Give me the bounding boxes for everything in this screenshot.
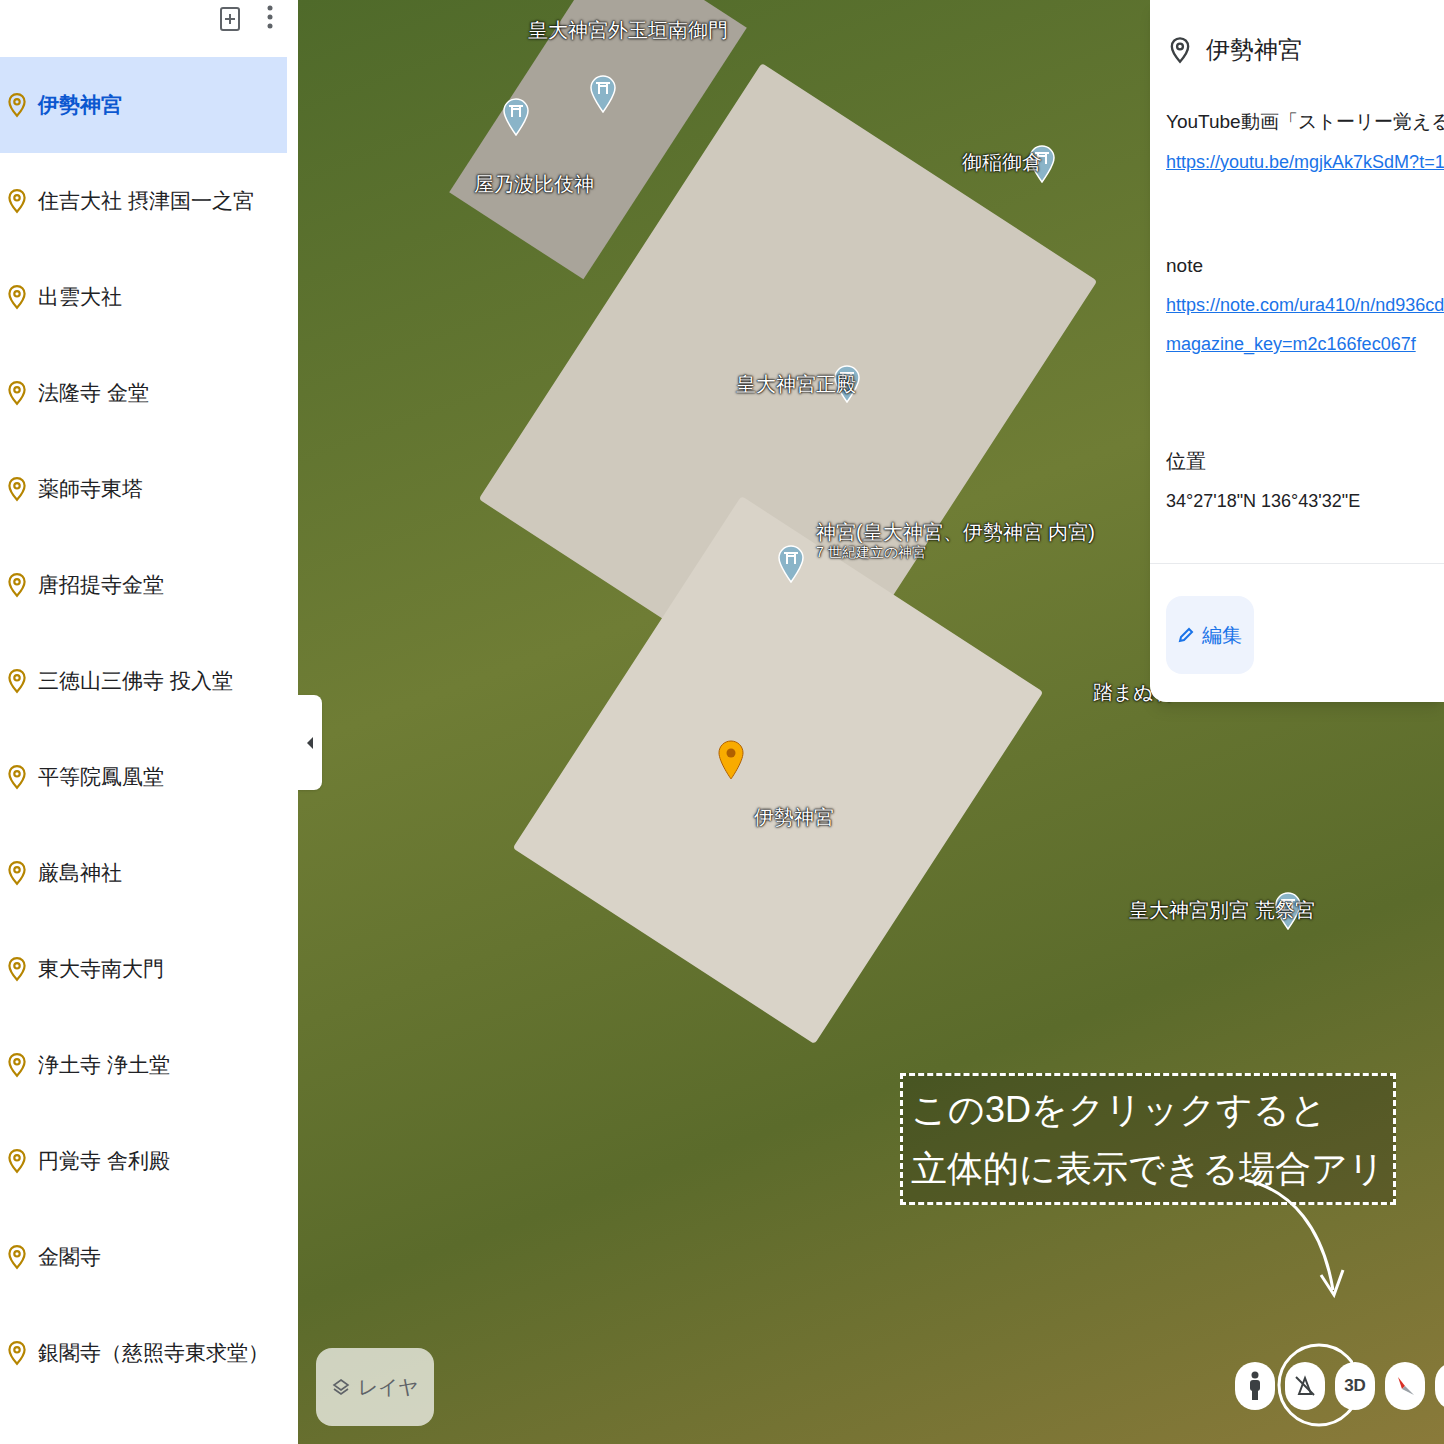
sidebar-item[interactable]: 薬師寺東塔	[0, 441, 287, 537]
pencil-icon	[1178, 627, 1194, 643]
layer-button[interactable]: レイヤ	[316, 1348, 434, 1426]
more-icon[interactable]	[266, 4, 274, 32]
place-icon	[4, 956, 30, 982]
map-area[interactable]: 皇大神宮外玉垣南御門屋乃波比伎神 御稲御倉皇大神宮正殿神宮(皇大神宮、伊勢神宮 内…	[298, 0, 1444, 1444]
place-icon	[4, 476, 30, 502]
map-label[interactable]: 神宮(皇大神宮、伊勢神宮 内宮)7 世紀建立の神宮	[816, 520, 1095, 561]
sidebar-toolbar	[0, 0, 298, 57]
sidebar-item[interactable]: 住吉大社 摂津国一之宮	[0, 153, 287, 249]
place-icon	[4, 668, 30, 694]
map-label[interactable]: 伊勢神宮	[754, 805, 834, 829]
compass-icon	[1393, 1374, 1417, 1398]
place-icon	[1166, 36, 1194, 64]
chevron-left-icon	[305, 736, 315, 750]
sidebar: 伊勢神宮住吉大社 摂津国一之宮出雲大社法隆寺 金堂薬師寺東塔唐招提寺金堂三徳山三…	[0, 0, 298, 1444]
info-title: 伊勢神宮	[1150, 0, 1444, 92]
collapse-sidebar-button[interactable]	[298, 695, 322, 790]
place-icon	[4, 1052, 30, 1078]
coordinates: 34°27'18"N 136°43'32"E	[1166, 476, 1444, 515]
shrine-pin-icon[interactable]	[778, 545, 804, 583]
youtube-link[interactable]: https://youtu.be/mgjkAk7kSdM?t=133	[1166, 137, 1444, 176]
sidebar-item[interactable]: 厳島神社	[0, 825, 287, 921]
tilt-button[interactable]	[1285, 1362, 1325, 1410]
map-label[interactable]: 皇大神宮正殿	[736, 372, 856, 396]
zoom-button[interactable]	[1435, 1362, 1444, 1410]
compass-button[interactable]	[1385, 1362, 1425, 1410]
map-pin[interactable]	[718, 740, 744, 780]
tilt-icon	[1293, 1374, 1317, 1398]
annotation: この3Dをクリックすると立体的に表示できる場合アリ	[900, 1073, 1396, 1205]
place-icon	[4, 572, 30, 598]
map-label[interactable]: 皇大神宮外玉垣南御門	[528, 18, 728, 42]
map-pin[interactable]	[778, 545, 804, 583]
description: YouTube動画「ストーリー覚える日本建築史	[1166, 92, 1444, 137]
place-icon	[4, 92, 30, 118]
place-icon	[4, 764, 30, 790]
location-label: 位置	[1166, 358, 1444, 476]
sidebar-item[interactable]: 出雲大社	[0, 249, 287, 345]
sidebar-item[interactable]: 三徳山三佛寺 投入堂	[0, 633, 287, 729]
note-link[interactable]: https://note.com/ura410/n/nd936cd2b652a	[1166, 280, 1444, 319]
map-pin[interactable]	[503, 98, 529, 136]
pegman-icon	[1247, 1371, 1263, 1401]
map-label[interactable]: 御稲御倉	[962, 150, 1042, 174]
street-view-button[interactable]	[1235, 1362, 1275, 1410]
sidebar-item[interactable]: 唐招提寺金堂	[0, 537, 287, 633]
shrine-pin-icon[interactable]	[503, 98, 529, 136]
sidebar-item[interactable]: 浄土寺 浄土堂	[0, 1017, 287, 1113]
layers-icon	[332, 1378, 350, 1396]
shrine-pin-icon[interactable]	[590, 75, 616, 113]
sidebar-item[interactable]: 法隆寺 金堂	[0, 345, 287, 441]
note-label: note	[1166, 176, 1444, 281]
place-icon	[4, 284, 30, 310]
place-icon	[4, 1244, 30, 1270]
map-pin[interactable]	[590, 75, 616, 113]
add-layer-icon[interactable]	[218, 4, 242, 32]
map-label[interactable]: 屋乃波比伎神	[474, 172, 594, 196]
info-panel: 伊勢神宮YouTube動画「ストーリー覚える日本建築史https://youtu…	[1150, 0, 1444, 702]
3d-button[interactable]: 3D	[1335, 1362, 1375, 1410]
place-icon	[4, 860, 30, 886]
sidebar-item[interactable]: 金閣寺	[0, 1209, 287, 1305]
map-label[interactable]: 皇大神宮別宮 荒祭宮	[1129, 898, 1315, 922]
sidebar-item[interactable]: 円覚寺 舎利殿	[0, 1113, 287, 1209]
sidebar-item[interactable]: 伊勢神宮	[0, 57, 287, 153]
edit-button[interactable]: 編集	[1166, 596, 1254, 674]
sidebar-item[interactable]: 平等院鳳凰堂	[0, 729, 287, 825]
map-controls: 3D	[1235, 1362, 1444, 1410]
my-maps-app: 伊勢神宮住吉大社 摂津国一之宮出雲大社法隆寺 金堂薬師寺東塔唐招提寺金堂三徳山三…	[0, 0, 1444, 1444]
place-icon	[4, 1340, 30, 1366]
selected-pin-icon[interactable]	[718, 740, 744, 780]
sidebar-item[interactable]: 東大寺南大門	[0, 921, 287, 1017]
sidebar-item[interactable]: 銀閣寺（慈照寺東求堂）	[0, 1305, 287, 1401]
place-icon	[4, 380, 30, 406]
note-link[interactable]: magazine_key=m2c166fec067f	[1166, 319, 1444, 358]
place-icon	[4, 1148, 30, 1174]
place-icon	[4, 188, 30, 214]
